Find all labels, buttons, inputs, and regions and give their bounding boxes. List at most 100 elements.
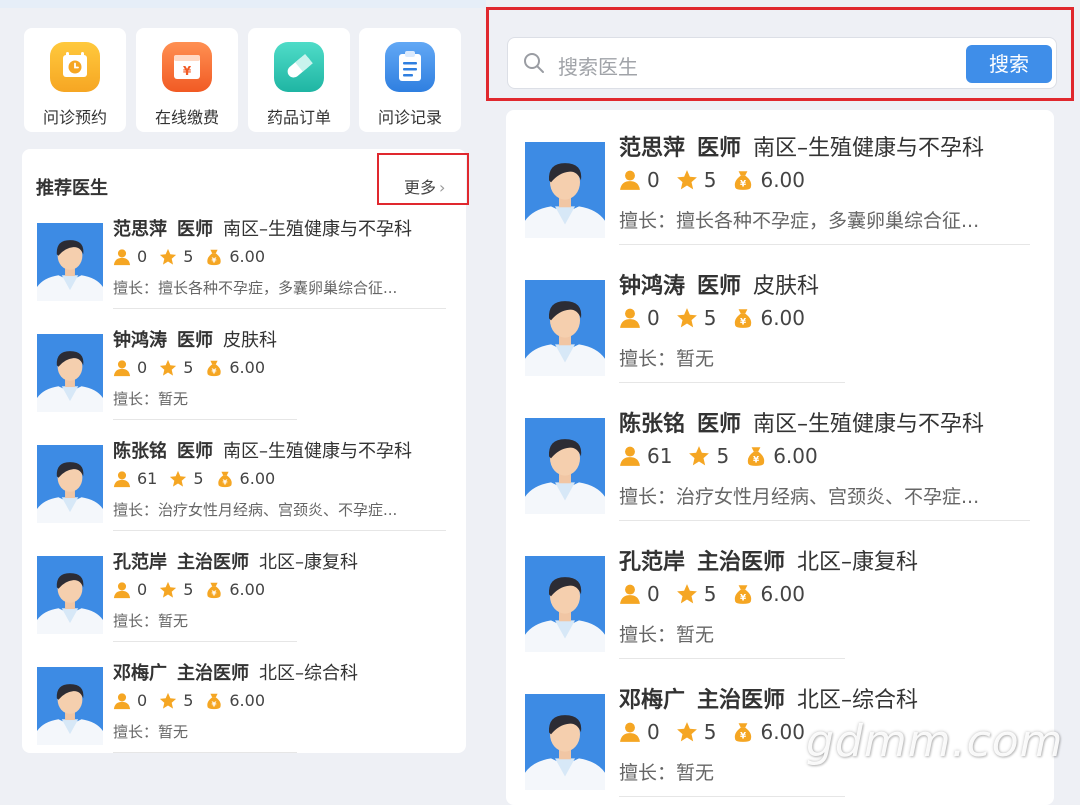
divider bbox=[619, 244, 1030, 245]
doctor-title: 主治医师 bbox=[177, 663, 249, 684]
price: 6.00 bbox=[760, 582, 805, 606]
price: 6.00 bbox=[239, 469, 276, 488]
doctor-heading: 范思萍 医师 南区–生殖健康与不孕科 bbox=[113, 215, 412, 241]
search-icon bbox=[522, 51, 546, 79]
doctor-department: 南区–生殖健康与不孕科 bbox=[753, 412, 985, 437]
consultation-count-icon bbox=[113, 248, 131, 265]
doctor-avatar bbox=[37, 223, 103, 301]
consult-count: 0 bbox=[137, 691, 148, 710]
doctor-item[interactable]: 钟鸿涛 医师 皮肤科 0 5 ¥6.00 擅长：暂无 bbox=[506, 264, 1054, 402]
divider bbox=[113, 308, 446, 309]
doctor-item[interactable]: 钟鸿涛 医师 皮肤科 0 5 ¥6.00 擅长：暂无 bbox=[22, 322, 466, 433]
doctor-heading: 范思萍 医师 南区–生殖健康与不孕科 bbox=[619, 130, 984, 162]
price: 6.00 bbox=[229, 691, 265, 710]
doctor-title: 医师 bbox=[177, 219, 213, 240]
divider bbox=[619, 658, 845, 659]
highlight-box-search: 搜索医生 搜索 bbox=[486, 7, 1074, 101]
doctor-name: 陈张铭 bbox=[619, 412, 686, 437]
star-icon bbox=[689, 446, 710, 466]
doctor-avatar bbox=[525, 142, 605, 238]
money-bag-icon: ¥ bbox=[217, 471, 232, 487]
doctor-expertise: 擅长：暂无 bbox=[113, 612, 189, 630]
divider bbox=[619, 520, 1030, 521]
doctor-item[interactable]: 孔范岸 主治医师 北区–康复科 0 5 ¥6.00 擅长：暂无 bbox=[22, 544, 466, 655]
doctor-title: 医师 bbox=[177, 330, 213, 351]
svg-text:¥: ¥ bbox=[740, 318, 747, 328]
doctor-department: 北区–综合科 bbox=[797, 688, 919, 713]
svg-text:¥: ¥ bbox=[212, 366, 217, 375]
doctor-stats: 0 5 ¥6.00 bbox=[619, 306, 805, 330]
doctor-department: 南区–生殖健康与不孕科 bbox=[223, 219, 412, 240]
quick-action-appointment[interactable]: 问诊预约 bbox=[24, 28, 126, 132]
rating: 5 bbox=[183, 580, 194, 599]
doctor-title: 主治医师 bbox=[697, 688, 786, 713]
consult-count: 61 bbox=[647, 444, 673, 468]
rating: 5 bbox=[703, 306, 717, 330]
rating: 5 bbox=[183, 358, 194, 377]
doctor-item[interactable]: 陈张铭 医师 南区–生殖健康与不孕科 61 5 ¥6.00 擅长：治疗女性月经病、宫颈炎、不… bbox=[506, 402, 1054, 540]
home-panel: 问诊预约 ¥ 在线缴费 药品订单 问诊记录 推荐医生 更多 › 范思萍 医师 南… bbox=[0, 0, 486, 805]
search-field[interactable]: 搜索医生 搜索 bbox=[507, 37, 1057, 89]
price: 6.00 bbox=[773, 444, 818, 468]
consult-count: 0 bbox=[647, 582, 660, 606]
doctor-name: 邓梅广 bbox=[113, 663, 167, 684]
doctor-expertise: 擅长：擅长各种不孕症，多囊卵巢综合征... bbox=[619, 210, 980, 232]
quick-action-label: 在线缴费 bbox=[154, 108, 219, 127]
star-icon bbox=[160, 359, 177, 376]
quick-action-drug-orders[interactable]: 药品订单 bbox=[248, 28, 350, 132]
quick-action-label: 药品订单 bbox=[266, 108, 331, 127]
money-bag-icon: ¥ bbox=[735, 723, 752, 742]
doctor-heading: 陈张铭 医师 南区–生殖健康与不孕科 bbox=[113, 437, 412, 463]
doctor-title: 医师 bbox=[697, 136, 742, 161]
rating: 5 bbox=[193, 469, 204, 488]
doctor-name: 邓梅广 bbox=[619, 688, 686, 713]
consult-count: 0 bbox=[647, 306, 660, 330]
doctor-stats: 0 5 ¥6.00 bbox=[113, 358, 265, 377]
doctor-item[interactable]: 陈张铭 医师 南区–生殖健康与不孕科 61 5 ¥6.00 擅长：治疗女性月经病、宫颈炎、不… bbox=[22, 433, 466, 544]
doctor-expertise: 擅长：暂无 bbox=[619, 624, 715, 646]
consult-count: 0 bbox=[137, 247, 148, 266]
svg-text:¥: ¥ bbox=[212, 699, 217, 708]
clock-icon bbox=[50, 42, 100, 92]
star-icon bbox=[170, 470, 187, 487]
doctor-stats: 0 5 ¥6.00 bbox=[619, 720, 805, 744]
consult-count: 0 bbox=[647, 168, 660, 192]
search-panel: 搜索医生 搜索 范思萍 医师 南区–生殖健康与不孕科 0 5 ¥6.00 擅长：擅长各种不孕… bbox=[486, 0, 1080, 805]
doctor-name: 陈张铭 bbox=[113, 441, 167, 462]
doctor-heading: 邓梅广 主治医师 北区–综合科 bbox=[619, 682, 918, 714]
quick-action-payment[interactable]: ¥ 在线缴费 bbox=[136, 28, 238, 132]
doctor-department: 北区–康复科 bbox=[259, 552, 358, 573]
svg-text:¥: ¥ bbox=[753, 456, 760, 466]
doctor-item[interactable]: 孔范岸 主治医师 北区–康复科 0 5 ¥6.00 擅长：暂无 bbox=[506, 540, 1054, 678]
consult-count: 0 bbox=[137, 358, 148, 377]
watermark: gdmm.com bbox=[806, 716, 1064, 767]
divider bbox=[619, 382, 845, 383]
doctor-name: 孔范岸 bbox=[113, 552, 167, 573]
price: 6.00 bbox=[229, 247, 265, 266]
doctor-avatar bbox=[37, 667, 103, 745]
doctor-heading: 邓梅广 主治医师 北区–综合科 bbox=[113, 659, 358, 685]
doctor-avatar bbox=[37, 445, 103, 523]
search-button[interactable]: 搜索 bbox=[966, 45, 1052, 83]
consultation-count-icon bbox=[113, 359, 131, 376]
consultation-count-icon bbox=[620, 308, 640, 328]
doctor-title: 医师 bbox=[697, 412, 742, 437]
doctor-item[interactable]: 邓梅广 主治医师 北区–综合科 0 5 ¥6.00 擅长：暂无 bbox=[22, 655, 466, 766]
quick-action-records[interactable]: 问诊记录 bbox=[359, 28, 461, 132]
svg-text:¥: ¥ bbox=[212, 255, 217, 264]
divider bbox=[113, 752, 297, 753]
price: 6.00 bbox=[760, 720, 805, 744]
doctor-expertise: 擅长：暂无 bbox=[619, 348, 715, 370]
rating: 5 bbox=[716, 444, 730, 468]
doctor-title: 主治医师 bbox=[177, 552, 249, 573]
consultation-count-icon bbox=[620, 722, 640, 742]
doctor-item[interactable]: 范思萍 医师 南区–生殖健康与不孕科 0 5 ¥6.00 擅长：擅长各种不孕症，多囊卵巢综合… bbox=[22, 211, 466, 322]
doctor-item[interactable]: 范思萍 医师 南区–生殖健康与不孕科 0 5 ¥6.00 擅长：擅长各种不孕症，多囊卵巢综合… bbox=[506, 126, 1054, 264]
doctor-expertise: 擅长：治疗女性月经病、宫颈炎、不孕症... bbox=[619, 486, 980, 508]
consult-count: 0 bbox=[137, 580, 148, 599]
doctor-search-results: 范思萍 医师 南区–生殖健康与不孕科 0 5 ¥6.00 擅长：擅长各种不孕症，多囊卵巢综合… bbox=[506, 110, 1054, 805]
doctor-expertise: 擅长：治疗女性月经病、宫颈炎、不孕症... bbox=[113, 501, 398, 519]
search-input[interactable]: 搜索医生 bbox=[558, 51, 638, 80]
rating: 5 bbox=[183, 691, 194, 710]
doctor-heading: 孔范岸 主治医师 北区–康复科 bbox=[619, 544, 918, 576]
